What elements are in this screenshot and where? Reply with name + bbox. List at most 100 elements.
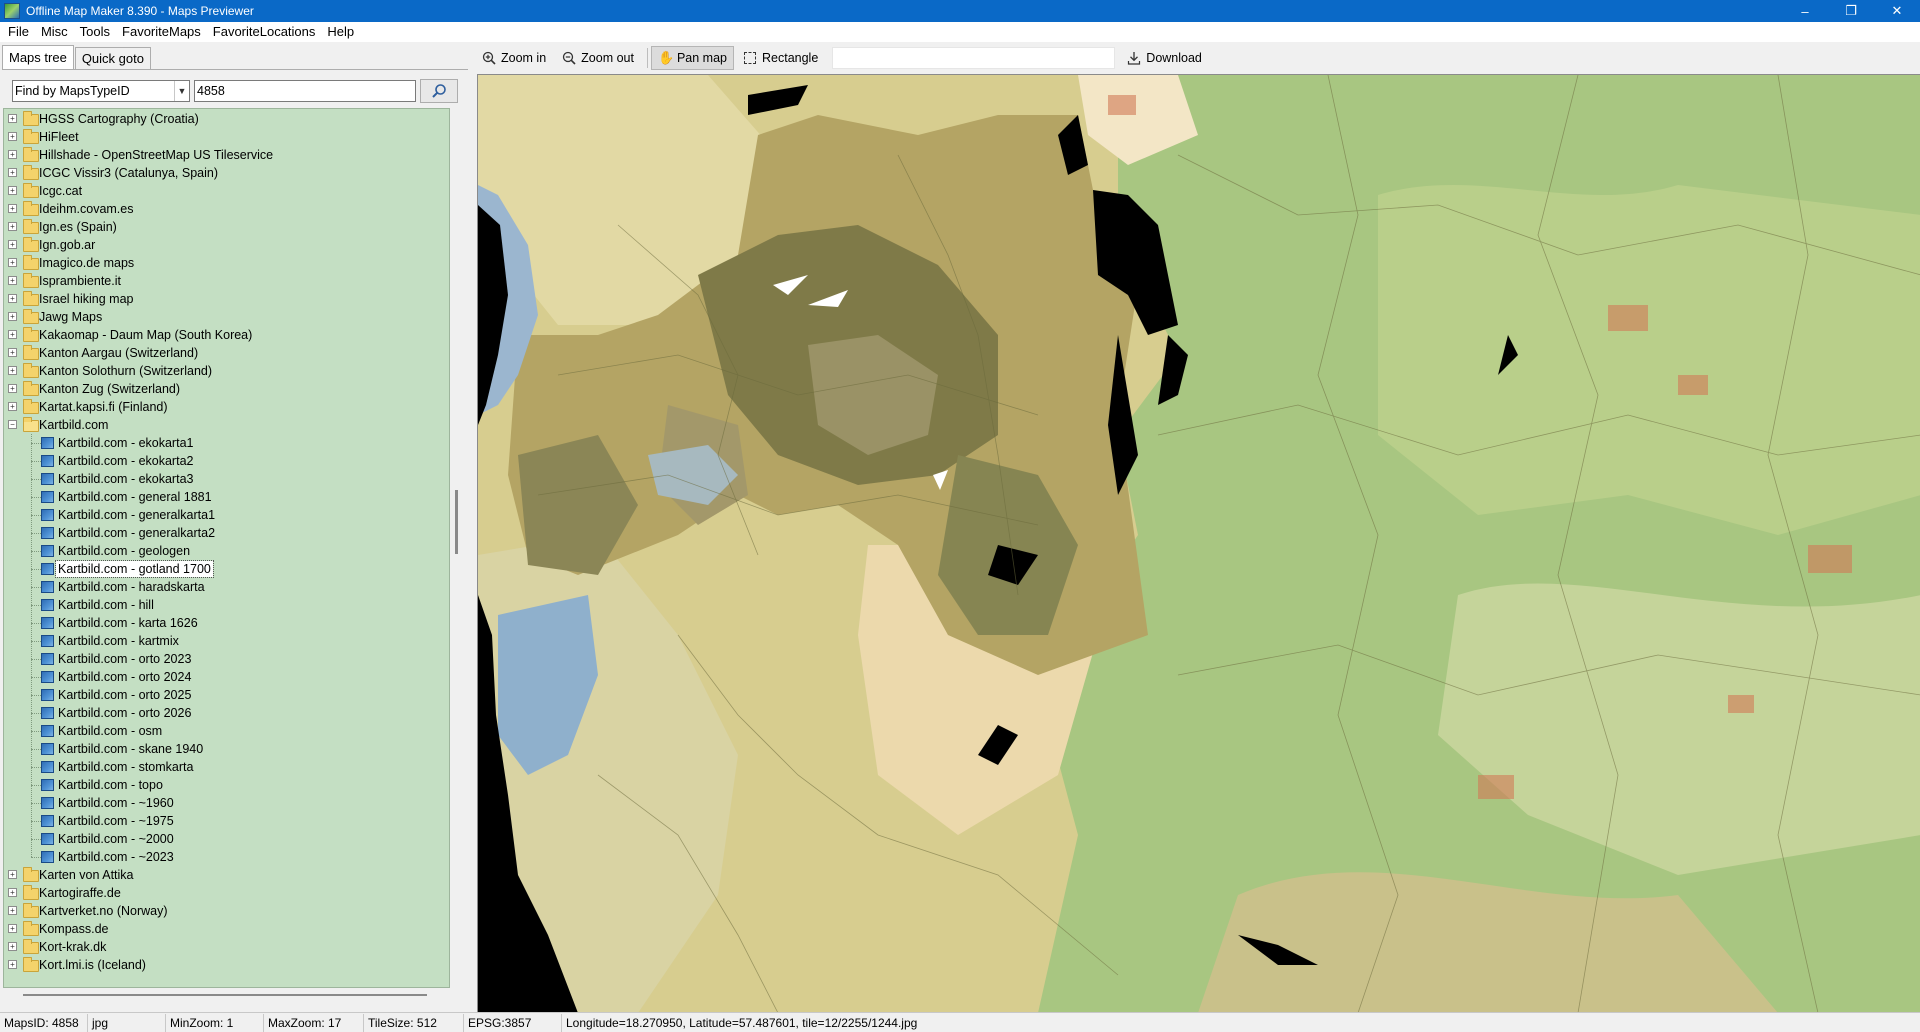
tree-horizontal-scrollbar[interactable] [3,988,450,1002]
tree-node[interactable]: + HGSS Cartography (Croatia) [4,110,449,128]
expand-icon[interactable]: + [8,240,17,249]
tree-node[interactable]: + Kanton Aargau (Switzerland) [4,344,449,362]
expand-icon[interactable]: + [8,294,17,303]
tree-node[interactable]: + Ign.es (Spain) [4,218,449,236]
tree-leaf-map[interactable]: Kartbild.com - haradskarta [4,578,449,596]
chevron-down-icon[interactable]: ▼ [174,81,189,101]
tree-leaf-map[interactable]: Kartbild.com - ~1975 [4,812,449,830]
tree-leaf-map[interactable]: Kartbild.com - skane 1940 [4,740,449,758]
expand-icon[interactable]: + [8,960,17,969]
tree-leaf-map[interactable]: Kartbild.com - orto 2023 [4,650,449,668]
tree-leaf-map[interactable]: Kartbild.com - kartmix [4,632,449,650]
tree-leaf-map[interactable]: Kartbild.com - stomkarta [4,758,449,776]
expand-icon[interactable]: + [8,402,17,411]
menu-help[interactable]: Help [321,22,360,42]
tree-node[interactable]: + Isprambiente.it [4,272,449,290]
expand-icon[interactable]: + [8,204,17,213]
expand-icon[interactable]: + [8,168,17,177]
tree-node[interactable]: + Kort-krak.dk [4,938,449,956]
zoom-out-button[interactable]: Zoom out [556,46,640,70]
menu-favorite-locations[interactable]: FavoriteLocations [207,22,322,42]
tree-node[interactable]: + Kartat.kapsi.fi (Finland) [4,398,449,416]
expand-icon[interactable]: + [8,132,17,141]
expand-icon[interactable]: + [8,942,17,951]
tree-leaf-map[interactable]: Kartbild.com - topo [4,776,449,794]
search-type-select[interactable]: Find by MapsTypeID ▼ [12,80,190,102]
tree-node[interactable]: + Kort.lmi.is (Iceland) [4,956,449,974]
tree-node[interactable]: + Kanton Zug (Switzerland) [4,380,449,398]
scrollbar-thumb[interactable] [23,994,427,996]
pan-map-button[interactable]: ✋ Pan map [650,46,734,70]
tree-node[interactable]: + Kartogiraffe.de [4,884,449,902]
expand-icon[interactable]: + [8,366,17,375]
search-button[interactable] [420,79,458,103]
expand-icon[interactable]: + [8,258,17,267]
tree-node[interactable]: + Israel hiking map [4,290,449,308]
zoom-in-button[interactable]: Zoom in [476,46,552,70]
tree-leaf-map[interactable]: Kartbild.com - ~1960 [4,794,449,812]
minimize-button[interactable]: – [1782,0,1828,22]
tree-node[interactable]: + Karten von Attika [4,866,449,884]
tree-leaf-map[interactable]: Kartbild.com - generalkarta2 [4,524,449,542]
tab-maps-tree[interactable]: Maps tree [2,45,74,69]
maps-tree[interactable]: + HGSS Cartography (Croatia) + HiFleet + Hill… [3,108,450,988]
tree-leaf-map[interactable]: Kartbild.com - gotland 1700 [4,560,449,578]
tree-node[interactable]: + Jawg Maps [4,308,449,326]
tab-quick-goto[interactable]: Quick goto [74,47,151,69]
tree-leaf-map[interactable]: Kartbild.com - ~2023 [4,848,449,866]
tree-node[interactable]: + Ideihm.covam.es [4,200,449,218]
expand-icon[interactable]: + [8,906,17,915]
menu-misc[interactable]: Misc [35,22,74,42]
tree-leaf-map[interactable]: Kartbild.com - ekokarta2 [4,452,449,470]
expand-icon[interactable]: + [8,150,17,159]
expand-icon[interactable]: + [8,330,17,339]
tree-node[interactable]: + Kartverket.no (Norway) [4,902,449,920]
expand-icon[interactable]: + [8,888,17,897]
tree-leaf-map[interactable]: Kartbild.com - osm [4,722,449,740]
tree-node[interactable]: + HiFleet [4,128,449,146]
tree-node[interactable]: + Kompass.de [4,920,449,938]
tree-leaf-map[interactable]: Kartbild.com - hill [4,596,449,614]
maximize-button[interactable]: ❐ [1828,0,1874,22]
tree-node[interactable]: + Kanton Solothurn (Switzerland) [4,362,449,380]
expand-icon[interactable]: + [8,222,17,231]
tree-node[interactable]: + Imagico.de maps [4,254,449,272]
maps-type-id-input[interactable] [194,80,416,102]
tree-leaf-map[interactable]: Kartbild.com - general 1881 [4,488,449,506]
tree-leaf-map[interactable]: Kartbild.com - orto 2026 [4,704,449,722]
tree-node[interactable]: + ICGC Vissir3 (Catalunya, Spain) [4,164,449,182]
expand-icon[interactable]: + [8,312,17,321]
tree-leaf-map[interactable]: Kartbild.com - ekokarta3 [4,470,449,488]
tree-leaf-map[interactable]: Kartbild.com - karta 1626 [4,614,449,632]
map-tiles-image[interactable] [478,75,1920,1012]
tree-node[interactable]: + Hillshade - OpenStreetMap US Tileservic… [4,146,449,164]
rectangle-button[interactable]: Rectangle [738,46,824,70]
download-button[interactable]: Download [1121,46,1208,70]
expand-icon[interactable]: + [8,348,17,357]
expand-icon[interactable]: + [8,114,17,123]
tree-leaf-map[interactable]: Kartbild.com - geologen [4,542,449,560]
menu-favorite-maps[interactable]: FavoriteMaps [116,22,207,42]
expand-icon[interactable]: + [8,384,17,393]
tree-node[interactable]: − Kartbild.com [4,416,449,434]
toolbar-text-field[interactable] [832,47,1116,69]
tree-leaf-map[interactable]: Kartbild.com - orto 2024 [4,668,449,686]
tree-vertical-scrollbar[interactable] [450,108,467,988]
close-button[interactable]: ✕ [1874,0,1920,22]
panel-splitter[interactable] [470,42,476,1012]
tree-leaf-map[interactable]: Kartbild.com - ~2000 [4,830,449,848]
tree-node[interactable]: + Kakaomap - Daum Map (South Korea) [4,326,449,344]
expand-icon[interactable]: + [8,924,17,933]
menu-tools[interactable]: Tools [74,22,116,42]
tree-node[interactable]: + Ign.gob.ar [4,236,449,254]
tree-leaf-map[interactable]: Kartbild.com - orto 2025 [4,686,449,704]
expand-icon[interactable]: + [8,870,17,879]
expand-icon[interactable]: + [8,276,17,285]
map-view[interactable] [477,74,1920,1012]
tree-node[interactable]: + Icgc.cat [4,182,449,200]
scrollbar-thumb[interactable] [455,490,458,554]
expand-icon[interactable]: + [8,186,17,195]
tree-leaf-map[interactable]: Kartbild.com - generalkarta1 [4,506,449,524]
collapse-icon[interactable]: − [8,420,17,429]
menu-file[interactable]: File [2,22,35,42]
